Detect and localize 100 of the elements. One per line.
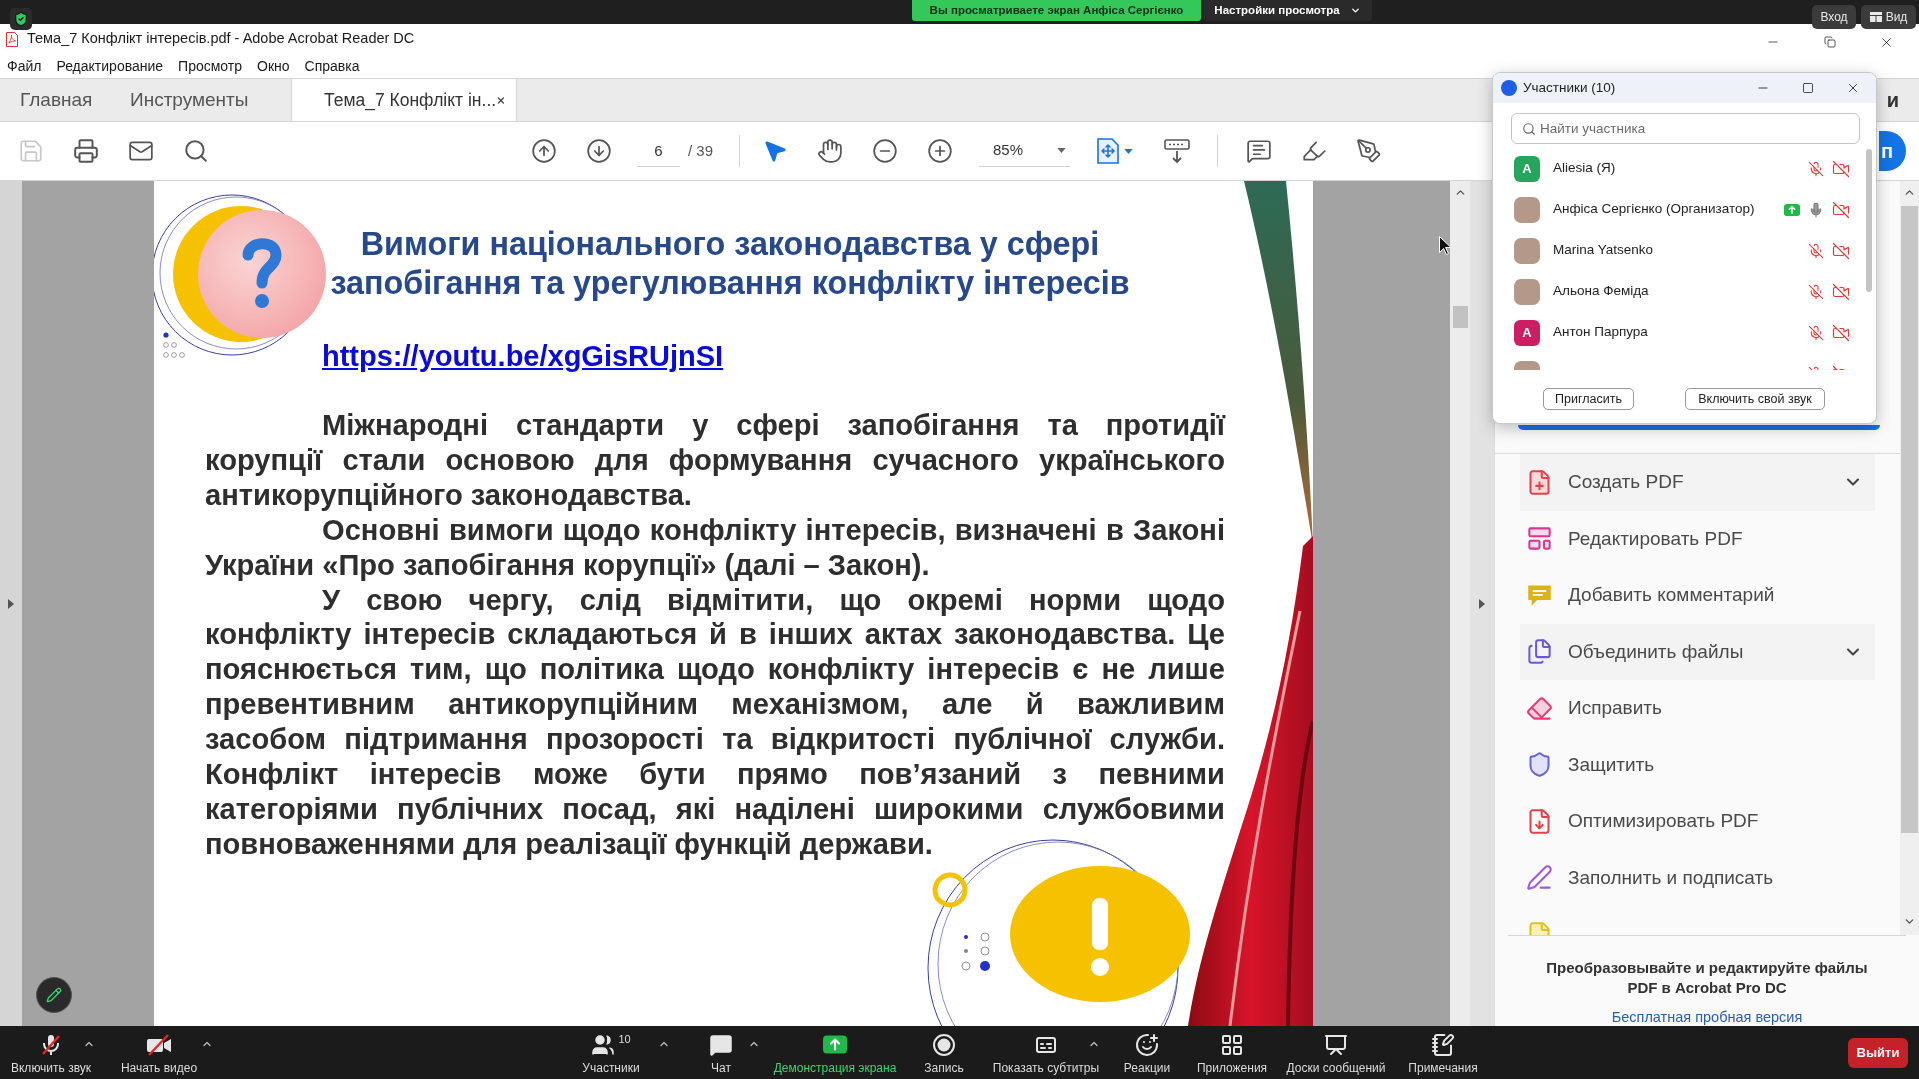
file-plus-icon [1526, 468, 1553, 496]
zoom-in-icon [927, 138, 954, 164]
restore-icon [1823, 36, 1836, 48]
tab-bar-text: и [1886, 88, 1899, 113]
menu-item[interactable]: Справка [304, 55, 360, 77]
zoom-level-field[interactable]: 85% [979, 135, 1071, 167]
notepad-icon [1431, 1033, 1455, 1057]
invite-button[interactable]: Пригласить [1543, 388, 1634, 410]
tab[interactable]: Тема_7 Конфлікт ін... [291, 79, 517, 121]
muted-mic-icon [39, 1033, 63, 1057]
collapse-panel-icon[interactable] [1479, 598, 1485, 609]
annotate-button[interactable] [36, 977, 72, 1013]
layout-edit-icon [1526, 525, 1553, 553]
search-icon [183, 138, 209, 164]
envelope-icon [128, 138, 154, 164]
view-button[interactable]: Вид [1861, 5, 1916, 29]
slide-title: Вимоги національного законодавства у сфері запобігання та урегулювання конфлікту інтересів [329, 225, 1131, 303]
tab[interactable]: Инструменты [110, 79, 291, 121]
participant-name: Анфіса Сергієнко (Организатор) [1553, 200, 1755, 219]
search-icon [1522, 122, 1536, 136]
notes-button[interactable]: Примечания [1399, 1026, 1487, 1076]
participant-name: Альона Феміда [1553, 282, 1649, 301]
app-logo-icon [1501, 80, 1517, 96]
participant-name: Антон Парпура [1553, 323, 1648, 342]
dropdown-caret-icon [1124, 148, 1134, 154]
tool-item[interactable]: Исправить [1520, 680, 1875, 737]
window-title: Тема_7 Конфлікт інтересів.pdf - Adobe Acrobat Reader DC [27, 29, 415, 49]
sign-in-button[interactable]: Вход [1812, 5, 1856, 29]
unmute-button[interactable]: Включить звук [1, 1026, 101, 1076]
record-button[interactable]: Запись [909, 1026, 979, 1076]
files-icon [1526, 638, 1553, 666]
scrollbar-thumb[interactable] [1901, 206, 1918, 833]
avatar-photo-placeholder [1514, 278, 1540, 305]
leave-button[interactable]: Выйти [1848, 1038, 1908, 1068]
scrollbar-thumb[interactable] [1452, 306, 1468, 328]
window-title: Участники (10) [1523, 78, 1616, 97]
hand-icon [817, 138, 844, 164]
participant-count: 10 [618, 1033, 631, 1045]
participants-button[interactable]: 10 Участники [561, 1026, 661, 1076]
avatar-initial: A [1514, 319, 1540, 346]
apps-grid-icon [1220, 1033, 1244, 1057]
video-off-icon [146, 1033, 172, 1057]
reactions-button[interactable]: Реакции [1113, 1026, 1181, 1076]
body-paragraph: Міжнародні стандарти у сфері запобігання та протидії корупції стали основою для формування сучасного українського антикорупційного законодавства. [205, 408, 1225, 513]
eraser-icon [1526, 694, 1553, 722]
keyboard-arrow-icon [1164, 138, 1191, 164]
tool-item[interactable]: Редактировать PDF [1520, 510, 1875, 567]
tab[interactable]: Главная [0, 79, 110, 121]
tool-item[interactable]: Создать PDF [1520, 454, 1875, 511]
dropdown-caret-icon [1057, 148, 1067, 153]
maximize-icon [1801, 82, 1814, 94]
pen-nib-icon [1356, 138, 1383, 164]
body-paragraph: Основні вимоги щодо конфлікту інтересів, визначені в Законі України «Про запобігання корупції» (далі – Закон). [205, 512, 1225, 583]
menu-item[interactable]: Редактирование [56, 55, 164, 77]
tool-item[interactable]: Объединить файлы [1520, 623, 1875, 680]
pen-signature-icon [1526, 864, 1553, 892]
shield-icon [1526, 751, 1553, 779]
grid-icon [1869, 12, 1882, 22]
captions-button[interactable]: Показать субтитры [989, 1026, 1103, 1076]
chat-button[interactable]: Чат [681, 1026, 761, 1076]
comment-button[interactable] [1245, 137, 1274, 165]
participant-name: Aliesia (Я) [1553, 159, 1616, 178]
menu-item[interactable]: Окно [257, 55, 290, 77]
screen-share-icon [823, 1035, 847, 1054]
comment-icon [1246, 138, 1273, 164]
file-down-icon [1526, 807, 1553, 835]
apps-button[interactable]: Приложения [1191, 1026, 1273, 1076]
fit-page-button[interactable] [1096, 137, 1134, 165]
unmute-self-button[interactable]: Включить свой звук [1685, 388, 1825, 410]
print-button[interactable] [72, 137, 100, 165]
scroll-mode-button[interactable] [1163, 137, 1192, 165]
share-button[interactable]: п [1879, 131, 1906, 171]
menu-item[interactable]: Просмотр [178, 55, 242, 77]
zoom-in-button[interactable] [926, 137, 955, 165]
next-page-button[interactable] [585, 137, 613, 165]
smiley-plus-icon [1135, 1033, 1159, 1057]
zoom-out-icon [872, 138, 899, 164]
menu-item[interactable]: Файл [7, 55, 42, 77]
search-button[interactable] [182, 137, 210, 165]
video-link[interactable]: https://youtu.be/xgGisRUjnSI [322, 339, 724, 373]
printer-icon [73, 138, 99, 164]
list-scrollbar-thumb[interactable] [1866, 149, 1872, 292]
start-video-button[interactable]: Начать видео [109, 1026, 209, 1076]
free-trial-link[interactable]: Бесплатная пробная версия [1611, 1008, 1803, 1026]
whiteboards-button[interactable]: Доски сообщений [1283, 1026, 1389, 1076]
pencil-icon [46, 987, 62, 1003]
hand-tool-button[interactable] [816, 137, 845, 165]
share-button[interactable]: Демонстрация экрана [771, 1026, 899, 1076]
expand-panel-icon[interactable] [8, 598, 14, 609]
search-field[interactable]: Найти участника [1511, 113, 1860, 144]
tool-item[interactable]: Оптимизировать PDF [1520, 793, 1875, 850]
view-options-button[interactable]: Настройки просмотра [1203, 0, 1372, 21]
tool-item[interactable]: Добавить комментарий [1520, 567, 1875, 624]
previous-page-button[interactable] [530, 137, 558, 165]
arrow-down-circle-icon [586, 138, 612, 164]
tool-item[interactable]: Защитить [1520, 736, 1875, 793]
record-icon [932, 1033, 956, 1057]
tool-item[interactable]: Заполнить и подписать [1520, 849, 1875, 906]
body-paragraph: У свою чергу, слід відмітити, що окремі норми щодо конфлікту інтересів складаються й в інших актах законодавства. Це пояснюється тим, що політика щодо конфлікту інтересів є не лише превентивним антикорупційним механізмом, але й важливим засобом підтримання прозорості та відкритості публічної служби. Конфлікт інтересів може бути прямо пов’язаний з певними категоріями публічних посад, які наділені широкими службовими повноваженнями для реалізації функцій держави. [205, 582, 1225, 862]
zoom-out-button[interactable] [871, 137, 900, 165]
